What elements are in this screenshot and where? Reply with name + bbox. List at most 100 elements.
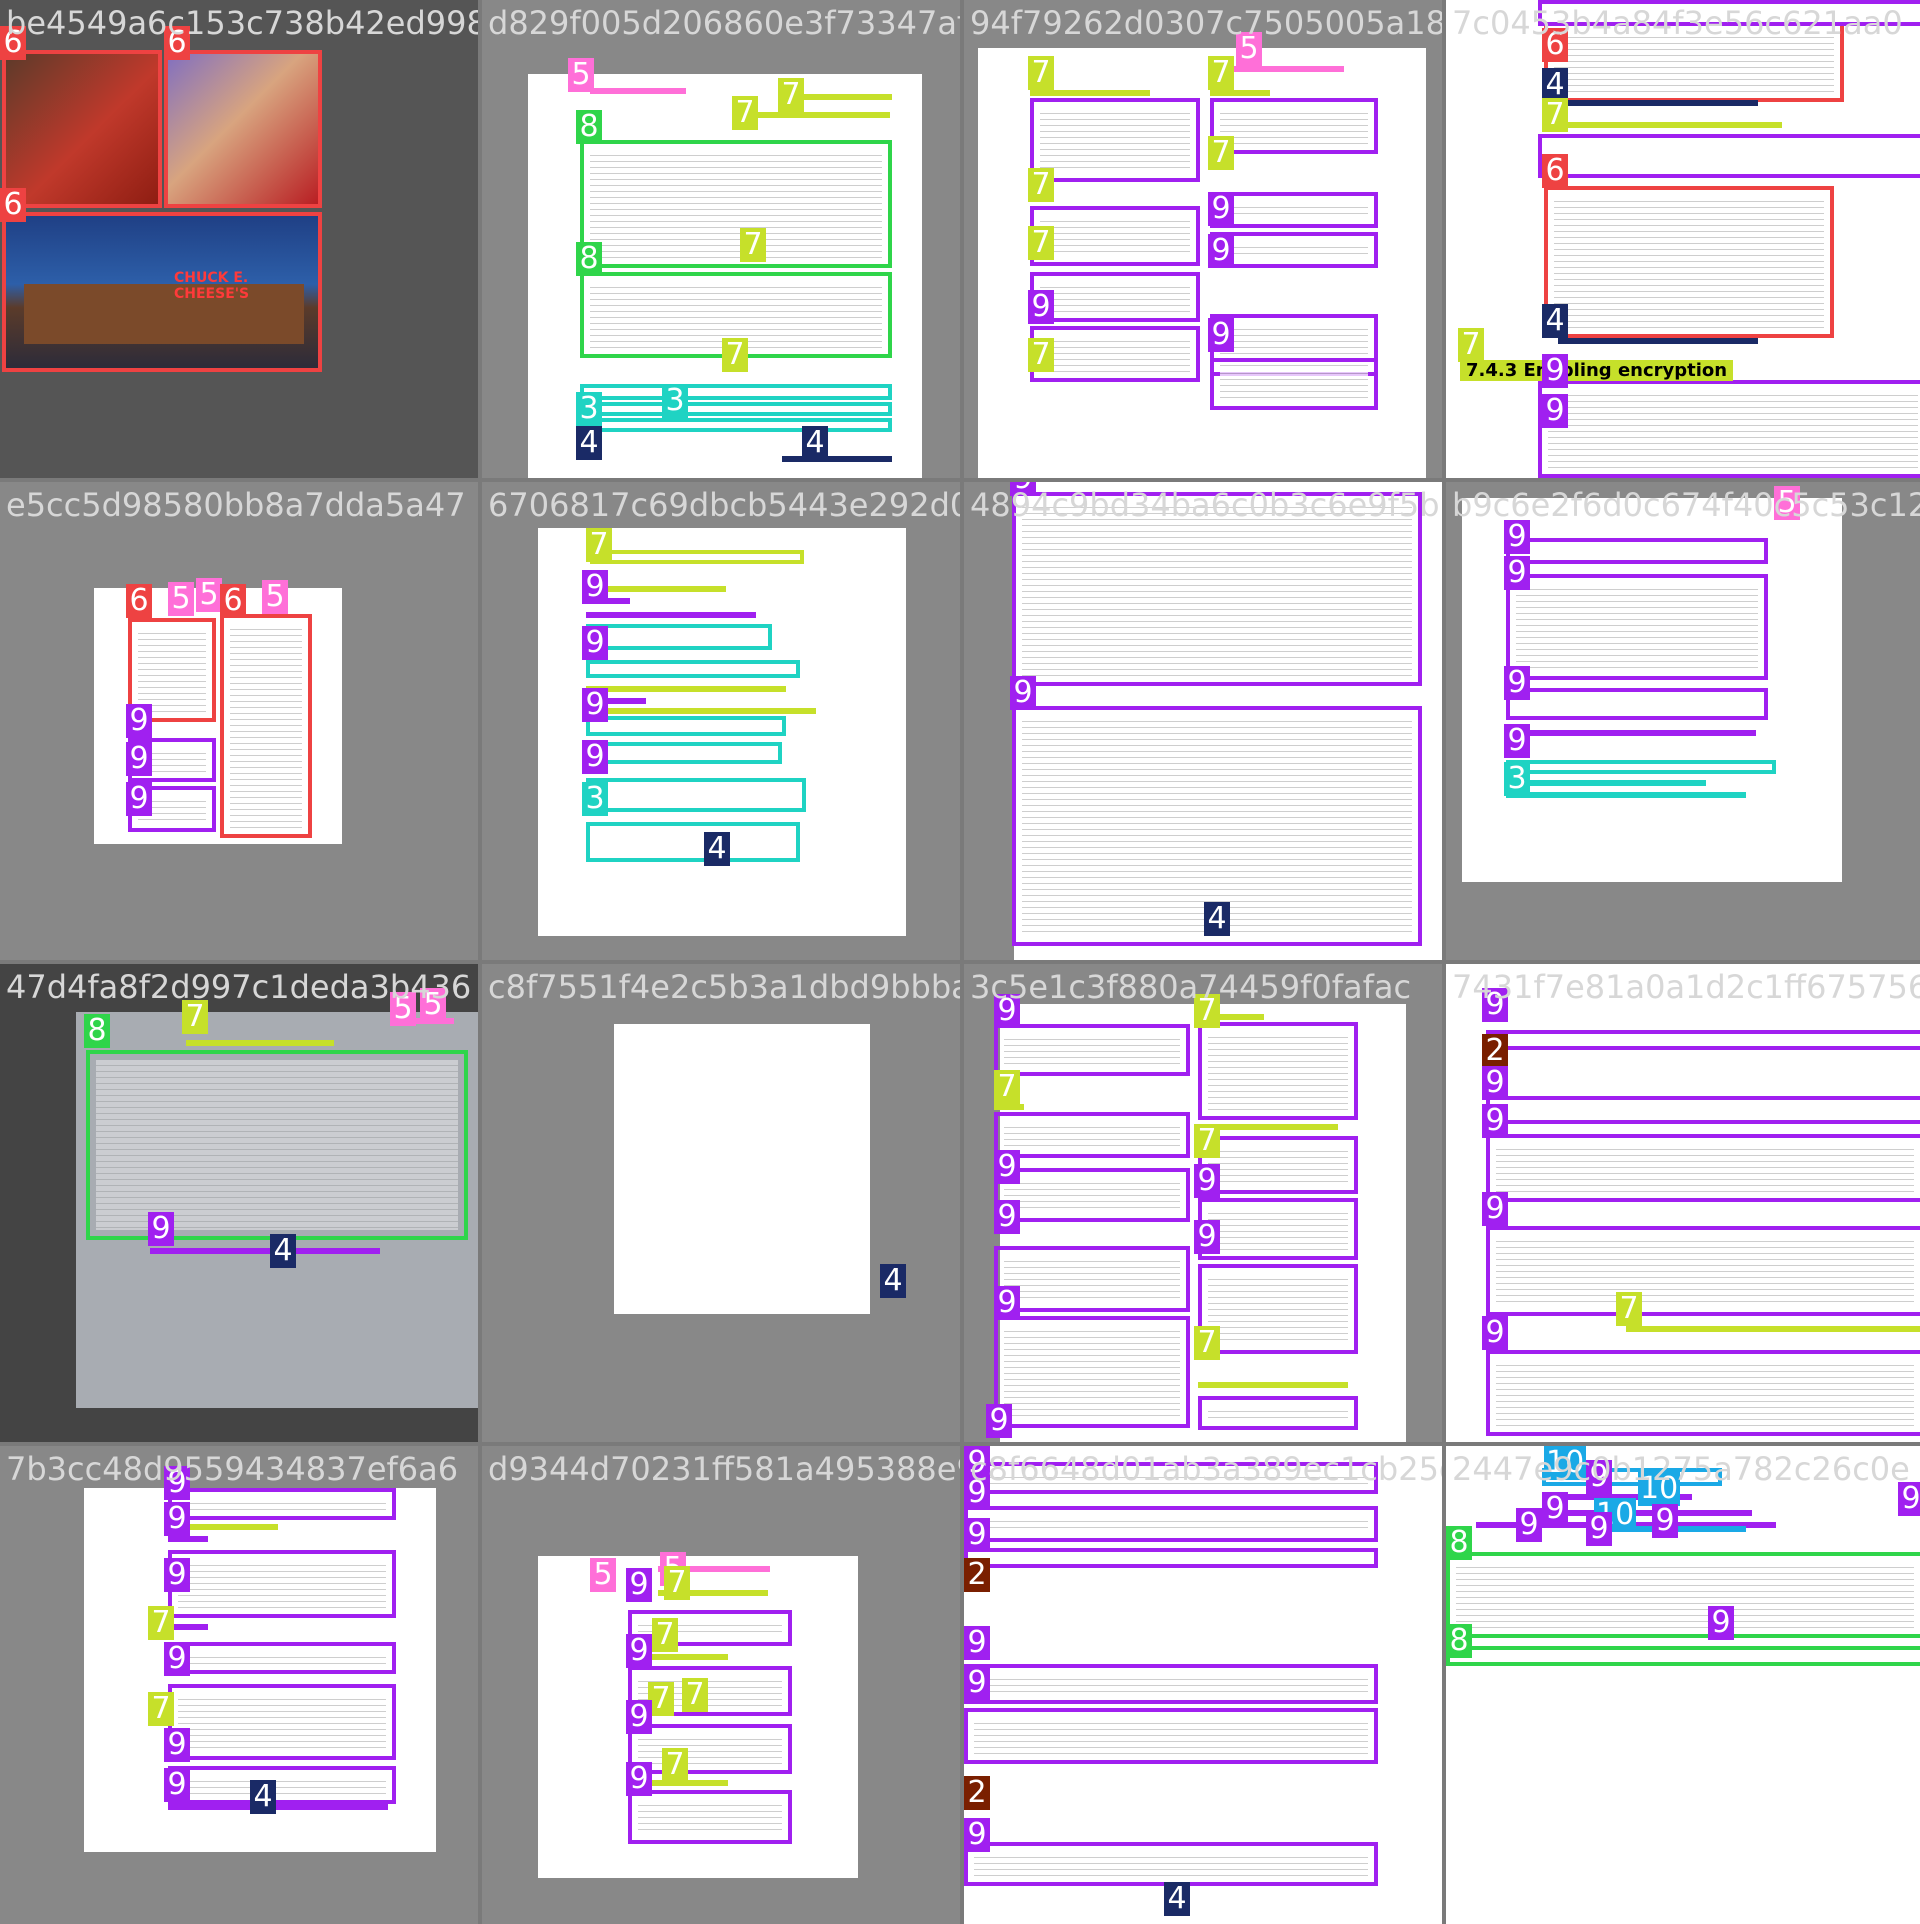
label-tag: 7 xyxy=(682,1678,708,1712)
section-heading: 7.4.3 Enabling encryption xyxy=(1460,360,1734,381)
tile-9: 8 7 5 5 9 4 47d4fa8f2d997c1deda3b436 xyxy=(0,964,478,1442)
label-tag: 9 xyxy=(1010,676,1036,710)
label-tag: 9 xyxy=(1482,1316,1508,1350)
bbox xyxy=(1198,1396,1358,1430)
label-tag: 5 xyxy=(168,582,194,616)
label-tag: 7 xyxy=(1194,1124,1220,1158)
tile-title: d9344d70231ff581a495388e90 xyxy=(488,1450,960,1488)
bbox xyxy=(586,660,800,678)
label-tag: 9 xyxy=(1194,1164,1220,1198)
label-tag: 9 xyxy=(582,688,608,722)
footer-bar xyxy=(782,456,892,462)
label-tag: 9 xyxy=(1542,354,1568,388)
heading-bar xyxy=(1198,1382,1348,1388)
label-tag: 2 xyxy=(964,1558,990,1592)
label-tag: 4 xyxy=(704,832,730,866)
label-tag: 8 xyxy=(576,242,602,276)
tile-5: 6 5 5 6 5 9 9 9 e5cc5d98580bb8a7dda5a47 xyxy=(0,482,478,960)
label-tag: 9 xyxy=(964,1518,990,1552)
bbox xyxy=(994,1246,1190,1312)
heading-bar xyxy=(186,1040,334,1046)
label-tag: 7 xyxy=(148,1692,174,1726)
bbox xyxy=(1446,1646,1920,1666)
bbox xyxy=(1486,1226,1920,1316)
label-tag: 9 xyxy=(994,1150,1020,1184)
label-tag: 9 xyxy=(126,782,152,816)
label-tag: 4 xyxy=(250,1780,276,1814)
bbox xyxy=(580,384,892,400)
tile-3: 7 5 7 7 7 7 9 9 7 9 9 94f79262d0307c7505… xyxy=(964,0,1442,478)
label-tag: 9 xyxy=(164,1728,190,1762)
label-tag: 2 xyxy=(964,1776,990,1810)
label-tag: 9 xyxy=(1208,318,1234,352)
bbox xyxy=(1198,1022,1358,1120)
bbox xyxy=(2,212,322,372)
bbox xyxy=(994,1112,1190,1158)
label-tag: 9 xyxy=(164,1558,190,1592)
label-tag: 7 xyxy=(1028,338,1054,372)
heading-bar xyxy=(1626,1326,1920,1332)
tile-title: 7c0453b4a84f3e56c621aa0 xyxy=(1452,4,1903,42)
tile-7: 9 9 4 4894c9bd34ba6c0b3c6e9f5b xyxy=(964,482,1442,960)
bbox xyxy=(1446,1552,1920,1638)
tile-title: 6706817c69dbcb5443e292d079 xyxy=(488,486,960,524)
label-tag: 6 xyxy=(126,584,152,618)
label-tag: 9 xyxy=(1542,394,1568,428)
bbox xyxy=(1198,1136,1358,1194)
heading-bar xyxy=(586,686,786,692)
label-tag: 9 xyxy=(626,1568,652,1602)
label-tag: 9 xyxy=(1504,724,1530,758)
label-tag: 9 xyxy=(1542,1492,1568,1526)
bbox xyxy=(994,1316,1190,1428)
label-tag: 9 xyxy=(1482,1066,1508,1100)
bbox xyxy=(586,778,806,812)
bbox xyxy=(1538,380,1920,478)
bbox xyxy=(580,418,892,432)
bar xyxy=(1558,100,1758,106)
bbox xyxy=(994,1168,1190,1222)
label-tag: 8 xyxy=(576,110,602,144)
bbox xyxy=(586,716,786,736)
bbox xyxy=(964,1842,1378,1886)
bbox xyxy=(1506,538,1768,564)
bbox xyxy=(1210,192,1378,228)
bbox xyxy=(1506,574,1768,680)
label-tag: 7 xyxy=(1028,56,1054,90)
bbox xyxy=(1486,1350,1920,1436)
tile-6: 7 9 9 9 9 3 4 6706817c69dbcb5443e292d079 xyxy=(482,482,960,960)
heading-bar xyxy=(1030,90,1150,96)
label-tag: 4 xyxy=(1542,304,1568,338)
heading-bar xyxy=(1546,122,1782,128)
label-tag: 4 xyxy=(576,426,602,460)
bbox xyxy=(86,1050,468,1240)
label-tag: 7 xyxy=(1208,136,1234,170)
label-tag: 9 xyxy=(1482,1104,1508,1138)
bbox xyxy=(628,1790,792,1844)
label-tag: 9 xyxy=(964,1666,990,1700)
bar xyxy=(168,1536,208,1542)
tile-title: e5cc5d98580bb8a7dda5a47 xyxy=(6,486,466,524)
label-tag: 9 xyxy=(164,1502,190,1536)
label-tag: 9 xyxy=(1586,1512,1612,1546)
heading-bar xyxy=(586,708,816,714)
bbox xyxy=(1198,1264,1358,1354)
label-tag: 4 xyxy=(802,426,828,460)
tile-title: b9c6e2f6d0c674f40c5c53c129 xyxy=(1452,486,1920,524)
label-tag: 7 xyxy=(1028,226,1054,260)
bbox xyxy=(1538,134,1920,178)
bar xyxy=(150,1248,380,1254)
label-tag: 2 xyxy=(1482,1034,1508,1068)
tile-title: d829f005d206860e3f73347af5 xyxy=(488,4,960,42)
label-tag: 9 xyxy=(164,1768,190,1802)
label-tag: 9 xyxy=(1516,1508,1542,1542)
label-tag: 7 xyxy=(778,78,804,112)
tile-title: 94f79262d0307c7505005a18 xyxy=(970,4,1442,42)
label-tag: 7 xyxy=(1194,1326,1220,1360)
bar xyxy=(1506,792,1746,798)
bbox xyxy=(964,1664,1378,1704)
label-tag: 7 xyxy=(740,228,766,262)
tile-10: 4 c8f7551f4e2c5b3a1dbd9bbba xyxy=(482,964,960,1442)
bbox xyxy=(1486,1030,1920,1050)
bbox xyxy=(2,50,162,208)
tile-title: 2447e9c0b1275a782c26c0e xyxy=(1452,1450,1910,1488)
